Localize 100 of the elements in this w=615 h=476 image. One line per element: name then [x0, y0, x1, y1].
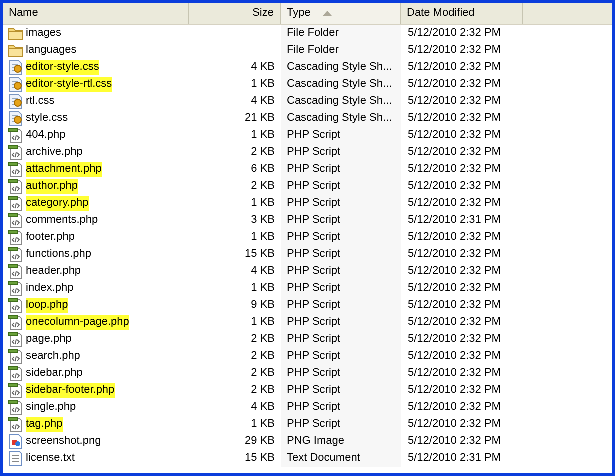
file-type: PHP Script — [287, 349, 341, 364]
stylesheet-file-icon — [8, 110, 24, 126]
date-modified: 5/12/2010 2:32 PM — [408, 248, 501, 260]
file-size: 2 KB — [251, 384, 275, 396]
date-modified: 5/12/2010 2:32 PM — [408, 27, 501, 40]
date-modified: 5/12/2010 2:32 PM — [408, 282, 501, 294]
date-modified: 5/12/2010 2:32 PM — [408, 435, 501, 448]
stylesheet-file-icon — [8, 76, 24, 92]
file-name[interactable]: search.php — [26, 349, 80, 364]
file-name[interactable]: sidebar.php — [26, 366, 83, 381]
file-name[interactable]: 404.php — [26, 128, 66, 143]
date-modified: 5/12/2010 2:32 PM — [408, 333, 501, 346]
date-modified: 5/12/2010 2:32 PM — [408, 367, 501, 380]
script-file-icon — [8, 144, 24, 160]
file-size: 15 KB — [245, 248, 275, 260]
date-modified: 5/12/2010 2:32 PM — [408, 384, 501, 396]
file-name[interactable]: tag.php — [26, 417, 63, 432]
script-file-icon — [8, 212, 24, 228]
script-file-icon — [8, 314, 24, 330]
file-size: 1 KB — [251, 282, 275, 294]
date-modified: 5/12/2010 2:32 PM — [408, 316, 501, 328]
file-type: PHP Script — [287, 128, 341, 144]
file-name[interactable]: single.php — [26, 400, 76, 415]
folder-icon — [8, 44, 24, 58]
file-name[interactable]: rtl.css — [26, 94, 55, 109]
file-size: 2 KB — [251, 333, 275, 346]
date-modified: 5/12/2010 2:32 PM — [408, 112, 501, 124]
file-size: 3 KB — [251, 214, 275, 226]
file-name[interactable]: languages — [26, 43, 77, 58]
script-file-icon — [8, 366, 24, 382]
script-file-icon — [8, 162, 24, 178]
file-name[interactable]: onecolumn-page.php — [26, 315, 130, 330]
file-type: PHP Script — [287, 366, 341, 382]
file-name[interactable]: license.txt — [26, 451, 75, 466]
file-type: File Folder — [287, 43, 339, 58]
file-name[interactable]: archive.php — [26, 145, 83, 160]
script-file-icon — [8, 348, 24, 364]
file-name[interactable]: screenshot.png — [26, 434, 102, 449]
script-file-icon — [8, 128, 24, 144]
sort-ascending-icon — [322, 11, 332, 16]
file-type: Cascading Style Sh... — [287, 111, 392, 126]
file-type: PHP Script — [287, 213, 341, 228]
file-size: 2 KB — [251, 367, 275, 380]
date-modified: 5/12/2010 2:32 PM — [408, 95, 501, 108]
file-name[interactable]: index.php — [26, 281, 74, 296]
file-name[interactable]: page.php — [26, 332, 72, 347]
date-modified: 5/12/2010 2:32 PM — [408, 401, 501, 414]
file-type: PHP Script — [287, 400, 341, 416]
date-modified: 5/12/2010 2:32 PM — [408, 163, 501, 176]
date-modified: 5/12/2010 2:31 PM — [408, 214, 501, 226]
column-header[interactable]: Name — [3, 3, 189, 24]
date-modified: 5/12/2010 2:32 PM — [408, 44, 501, 56]
file-type: PHP Script — [287, 383, 341, 398]
file-type: Cascading Style Sh... — [287, 60, 392, 76]
file-type: File Folder — [287, 26, 339, 42]
file-name[interactable]: sidebar-footer.php — [26, 383, 115, 398]
file-size: 2 KB — [251, 180, 275, 192]
text-file-icon — [8, 450, 24, 466]
file-size: 2 KB — [251, 350, 275, 362]
image-file-icon — [8, 434, 24, 450]
file-name[interactable]: editor-style-rtl.css — [26, 77, 112, 92]
file-name[interactable]: author.php — [26, 179, 78, 194]
file-type: PHP Script — [287, 247, 341, 262]
file-size: 4 KB — [251, 401, 275, 414]
script-file-icon — [8, 246, 24, 262]
file-size: 15 KB — [245, 452, 275, 464]
date-modified: 5/12/2010 2:32 PM — [408, 197, 501, 210]
file-name[interactable]: loop.php — [26, 298, 68, 313]
file-type: PHP Script — [287, 162, 341, 178]
file-type: PHP Script — [287, 281, 341, 296]
date-modified: 5/12/2010 2:32 PM — [408, 61, 501, 74]
date-modified: 5/12/2010 2:32 PM — [408, 299, 501, 312]
stylesheet-file-icon — [8, 94, 24, 110]
file-type: PHP Script — [287, 196, 341, 212]
script-file-icon — [8, 196, 24, 212]
file-name[interactable]: footer.php — [26, 230, 75, 245]
column-header[interactable]: Date Modified — [401, 3, 523, 24]
date-modified: 5/12/2010 2:32 PM — [408, 265, 501, 278]
file-type: PHP Script — [287, 145, 341, 160]
script-file-icon — [8, 382, 24, 398]
script-file-icon — [8, 400, 24, 416]
file-name[interactable]: style.css — [26, 111, 68, 126]
date-modified: 5/12/2010 2:32 PM — [408, 231, 501, 244]
column-header[interactable]: Type — [281, 3, 401, 24]
file-type: Cascading Style Sh... — [287, 94, 392, 110]
date-modified: 5/12/2010 2:32 PM — [408, 129, 501, 142]
file-name[interactable]: comments.php — [26, 213, 98, 228]
file-size: 4 KB — [251, 95, 275, 108]
file-name[interactable]: editor-style.css — [26, 60, 100, 75]
date-modified: 5/12/2010 2:31 PM — [408, 452, 501, 464]
script-file-icon — [8, 230, 24, 246]
file-name[interactable]: attachment.php — [26, 162, 102, 177]
file-name[interactable]: images — [26, 26, 62, 41]
file-name[interactable]: category.php — [26, 196, 89, 211]
file-size: 2 KB — [251, 146, 275, 158]
file-size: 1 KB — [251, 78, 275, 90]
script-file-icon — [8, 298, 24, 314]
file-type: Text Document — [287, 451, 360, 466]
file-name[interactable]: header.php — [26, 264, 82, 279]
file-name[interactable]: functions.php — [26, 247, 92, 262]
